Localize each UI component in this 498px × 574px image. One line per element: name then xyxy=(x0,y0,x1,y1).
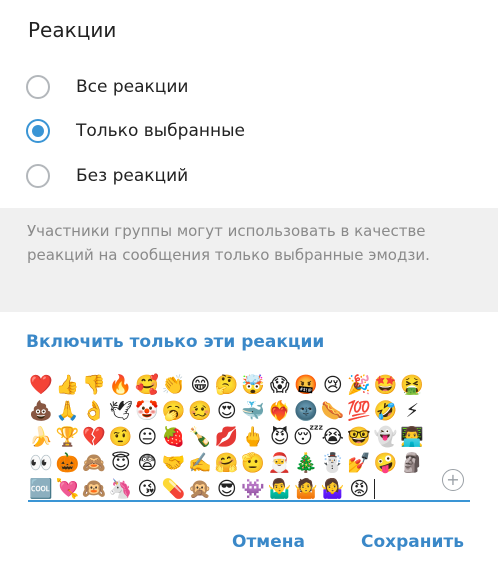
radio-unchecked-icon[interactable] xyxy=(26,75,50,99)
add-emoji-button[interactable]: + xyxy=(442,469,464,491)
reaction-emoji[interactable]: 🤝 xyxy=(161,450,188,476)
reaction-emoji[interactable]: 🥱 xyxy=(161,398,188,424)
reaction-emoji[interactable]: 😘 xyxy=(134,476,161,502)
option-label: Только выбранные xyxy=(76,121,245,141)
input-underline xyxy=(28,500,470,502)
reaction-emoji[interactable]: 🎄 xyxy=(293,450,320,476)
reaction-emoji[interactable]: 🤗 xyxy=(214,450,241,476)
reaction-emoji[interactable]: 💅 xyxy=(346,450,373,476)
reaction-emoji[interactable]: 🍓 xyxy=(161,424,188,450)
emoji-row: 👀 🎃 🙈 😇 😨 🤝 ✍️ 🤗 🫡 🎅 🎄 ☃️ 💅 🤪 🗿 xyxy=(28,450,468,476)
reaction-emoji[interactable]: 👻 xyxy=(373,424,400,450)
reaction-emoji[interactable]: 🆒 xyxy=(28,476,55,502)
reaction-emoji[interactable]: 🔥 xyxy=(108,372,135,398)
reaction-emoji[interactable]: 🍾 xyxy=(187,424,214,450)
reaction-emoji[interactable]: 🖕 xyxy=(240,424,267,450)
reaction-emoji[interactable]: 🐳 xyxy=(240,398,267,424)
reaction-emoji[interactable]: 🙈 xyxy=(81,450,108,476)
reaction-emoji[interactable]: 😎 xyxy=(214,476,241,502)
reaction-emoji[interactable]: 👎 xyxy=(81,372,108,398)
reaction-emoji[interactable]: 💩 xyxy=(28,398,55,424)
reaction-emoji[interactable]: 👨‍💻 xyxy=(399,424,426,450)
reaction-emoji[interactable]: 🤬 xyxy=(293,372,320,398)
reaction-emoji[interactable]: 🎉 xyxy=(346,372,373,398)
section-title: Включить только эти реакции xyxy=(26,332,325,352)
reaction-emoji[interactable]: 🤷‍♀️ xyxy=(320,476,347,502)
reaction-emoji[interactable]: 🤷 xyxy=(293,476,320,502)
reaction-emoji[interactable]: 🤩 xyxy=(373,372,400,398)
emoji-row: 🆒 💘 🙉 🦄 😘 💊 🙊 😎 👾 🤷‍♂️ 🤷 🤷‍♀️ 😡 xyxy=(28,476,468,502)
reaction-emoji[interactable]: 👌 xyxy=(81,398,108,424)
reaction-emoji[interactable]: 💔 xyxy=(81,424,108,450)
reaction-emoji[interactable]: 💯 xyxy=(346,398,373,424)
reaction-emoji[interactable]: ❤️ xyxy=(28,372,55,398)
reaction-emoji[interactable]: 💘 xyxy=(55,476,82,502)
reaction-emoji[interactable]: 😭 xyxy=(320,424,347,450)
reaction-emoji[interactable]: 👏 xyxy=(161,372,188,398)
reaction-emoji[interactable]: 😈 xyxy=(267,424,294,450)
option-all-reactions[interactable]: Все реакции xyxy=(26,72,466,102)
reaction-emoji[interactable]: 😡 xyxy=(346,476,373,502)
reaction-emoji[interactable]: ⚡ xyxy=(399,398,426,424)
reaction-emoji[interactable]: 🤨 xyxy=(108,424,135,450)
reaction-emoji[interactable]: 😇 xyxy=(108,450,135,476)
reaction-emoji[interactable]: 👍 xyxy=(55,372,82,398)
reaction-emoji[interactable]: 🎃 xyxy=(55,450,82,476)
reaction-emoji[interactable]: 🤣 xyxy=(373,398,400,424)
reaction-emoji[interactable]: 🥰 xyxy=(134,372,161,398)
emoji-input[interactable]: ❤️ 👍 👎 🔥 🥰 👏 😁 🤔 🤯 😱 🤬 😢 🎉 🤩 🤮 💩 🙏 👌 🕊 🤡 🥱 🥴 😍 🐳 ❤️‍🔥 🌚 🌭 💯 🤣 ⚡ 🍌 🏆 💔 🤨 😐 🍓… xyxy=(28,372,468,502)
reaction-emoji[interactable]: 🥴 xyxy=(187,398,214,424)
reaction-emoji[interactable]: 🍌 xyxy=(28,424,55,450)
reaction-emoji[interactable]: 🗿 xyxy=(399,450,426,476)
reaction-emoji[interactable]: 👀 xyxy=(28,450,55,476)
radio-unchecked-icon[interactable] xyxy=(26,164,50,188)
emoji-row: 🍌 🏆 💔 🤨 😐 🍓 🍾 💋 🖕 😈 😴 😭 🤓 👻 👨‍💻 xyxy=(28,424,468,450)
reaction-emoji[interactable]: 🌭 xyxy=(320,398,347,424)
reaction-emoji[interactable]: 🦄 xyxy=(108,476,135,502)
reaction-emoji[interactable]: 👾 xyxy=(240,476,267,502)
reaction-emoji[interactable]: 😁 xyxy=(187,372,214,398)
reaction-emoji[interactable]: 🎅 xyxy=(267,450,294,476)
option-label: Все реакции xyxy=(76,77,189,97)
emoji-row: 💩 🙏 👌 🕊 🤡 🥱 🥴 😍 🐳 ❤️‍🔥 🌚 🌭 💯 🤣 ⚡ xyxy=(28,398,468,424)
reaction-emoji[interactable]: 😴 xyxy=(293,424,323,450)
reaction-emoji[interactable]: 🙉 xyxy=(81,476,108,502)
reaction-emoji[interactable]: ☃️ xyxy=(320,450,347,476)
reaction-emoji[interactable]: 🤷‍♂️ xyxy=(267,476,294,502)
emoji-row: ❤️ 👍 👎 🔥 🥰 👏 😁 🤔 🤯 😱 🤬 😢 🎉 🤩 🤮 xyxy=(28,372,468,398)
reaction-emoji[interactable]: 😢 xyxy=(320,372,347,398)
reaction-emoji[interactable]: 😍 xyxy=(214,398,241,424)
reaction-emoji[interactable]: 🌚 xyxy=(293,398,320,424)
info-text: Участники группы могут использовать в ка… xyxy=(0,208,498,312)
reaction-emoji[interactable]: ✍️ xyxy=(187,450,214,476)
reaction-emoji[interactable]: 🏆 xyxy=(55,424,82,450)
reaction-emoji[interactable]: 🙊 xyxy=(187,476,214,502)
reaction-emoji[interactable]: 💋 xyxy=(214,424,241,450)
reaction-emoji[interactable]: 🤓 xyxy=(346,424,373,450)
reaction-emoji[interactable]: 🕊 xyxy=(108,398,135,424)
option-label: Без реакций xyxy=(76,166,189,186)
text-caret xyxy=(373,479,375,499)
cancel-button[interactable]: Отмена xyxy=(232,532,305,552)
reaction-emoji[interactable]: 🙏 xyxy=(55,398,82,424)
reaction-emoji[interactable]: 🤪 xyxy=(373,450,400,476)
save-button[interactable]: Сохранить xyxy=(361,532,464,552)
reaction-emoji[interactable]: 🤔 xyxy=(214,372,241,398)
plus-circle-icon: + xyxy=(446,470,460,489)
reaction-emoji[interactable]: 😐 xyxy=(134,424,161,450)
option-selected-only[interactable]: Только выбранные xyxy=(26,116,466,146)
reaction-emoji[interactable]: 🤮 xyxy=(399,372,426,398)
reaction-emoji[interactable]: 💊 xyxy=(161,476,188,502)
option-no-reactions[interactable]: Без реакций xyxy=(26,161,466,191)
reaction-emoji[interactable]: 🤯 xyxy=(240,372,267,398)
reaction-emoji[interactable]: 😨 xyxy=(134,450,161,476)
reaction-emoji[interactable]: 😱 xyxy=(267,372,294,398)
dialog-title: Реакции xyxy=(28,18,117,42)
reaction-emoji[interactable]: ❤️‍🔥 xyxy=(267,398,294,424)
reaction-emoji[interactable]: 🫡 xyxy=(240,450,267,476)
radio-checked-icon[interactable] xyxy=(26,119,50,143)
reaction-emoji[interactable]: 🤡 xyxy=(134,398,161,424)
